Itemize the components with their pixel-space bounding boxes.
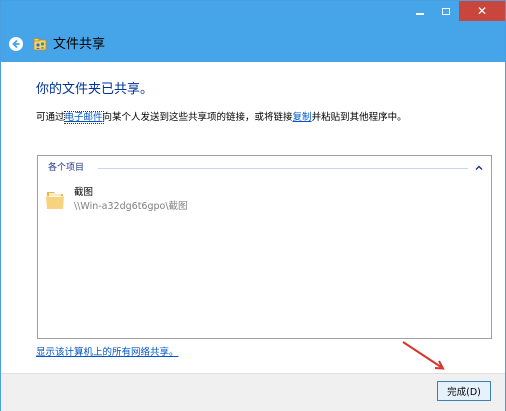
minimize-button[interactable] [407,1,433,21]
back-button[interactable] [9,37,23,51]
shared-items-list[interactable]: 各个项目 截图 \\Win-a32dg6t6gpo\截图 [37,155,492,339]
file-share-icon [33,38,47,51]
folder-icon [46,192,64,209]
group-label: 各个项目 [48,162,89,174]
maximize-icon [442,7,450,15]
item-name: 截图 [74,187,94,198]
group-header[interactable]: 各个项目 [48,162,484,174]
list-item[interactable]: 截图 \\Win-a32dg6t6gpo\截图 [44,186,294,216]
copy-link[interactable]: 复制 [293,112,312,123]
close-button[interactable]: ✕ [459,1,505,21]
window-controls: ✕ [407,1,505,23]
title-bar[interactable]: ✕ 文件共享 [1,1,505,62]
maximize-button[interactable] [433,1,459,21]
minimize-icon [416,13,424,15]
email-link[interactable]: 电子邮件 [63,111,104,124]
finish-button[interactable]: 完成(D) [437,381,491,401]
chevron-up-icon[interactable] [474,163,484,173]
item-path: \\Win-a32dg6t6gpo\截图 [74,201,188,212]
desc-suffix: 并粘贴到其他程序中。 [311,112,407,123]
close-icon: ✕ [476,4,488,18]
desc-prefix: 可通过 [36,112,65,123]
footer-bar [1,373,505,411]
file-sharing-window: ✕ 文件共享 你的文件夹已共享。 可通过电子邮件向某个人发送到这些共享项的链接，… [0,0,506,411]
annotation-arrow-icon [402,341,445,370]
page-heading: 你的文件夹已共享。 [36,82,154,97]
group-divider [98,168,468,169]
back-arrow-icon [12,39,20,49]
window-title: 文件共享 [53,37,106,52]
desc-middle: 向某个人发送到这些共享项的链接，或将链接 [102,112,293,123]
share-description: 可通过电子邮件向某个人发送到这些共享项的链接，或将链接复制并粘贴到其他程序中。 [36,111,407,125]
show-all-shares-link[interactable]: 显示该计算机上的所有网络共享。 [36,346,179,359]
